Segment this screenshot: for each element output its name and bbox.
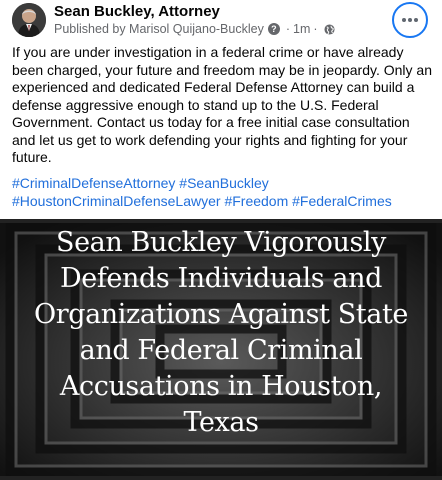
- caption-line: Accusations in Houston,: [59, 371, 383, 402]
- globe-icon: [324, 23, 335, 35]
- hashtag-federal-crimes[interactable]: #FederalCrimes: [292, 193, 392, 209]
- post-header: Sean Buckley, Attorney Published by Mari…: [0, 0, 442, 40]
- hashtag-houston-criminal-defense-lawyer[interactable]: #HoustonCriminalDefenseLawyer: [12, 193, 221, 209]
- post-image[interactable]: Sean Buckley Vigorously Defends Individu…: [0, 219, 442, 480]
- more-horizontal-icon: [402, 18, 418, 22]
- hashtag-freedom[interactable]: #Freedom: [224, 193, 288, 209]
- caption-line: Organizations Against State: [33, 299, 408, 330]
- author-avatar[interactable]: [12, 3, 46, 37]
- published-by: Published by Marisol Quijano-Buckley: [54, 22, 264, 36]
- caption-line: Sean Buckley Vigorously: [55, 227, 386, 258]
- post-hashtags: #CriminalDefenseAttorney #SeanBuckley #H…: [12, 175, 434, 210]
- meta-separator: ·: [285, 22, 290, 36]
- author-name[interactable]: Sean Buckley, Attorney: [54, 3, 220, 20]
- post-body: If you are under investigation in a fede…: [12, 44, 434, 167]
- caption-line: Texas: [183, 407, 259, 438]
- image-caption: Sean Buckley Vigorously Defends Individu…: [0, 225, 442, 441]
- post-body-text: If you are under investigation in a fede…: [12, 44, 432, 165]
- question-icon[interactable]: ?: [267, 23, 280, 35]
- caption-line: Defends Individuals and: [60, 263, 382, 294]
- post-meta: Published by Marisol Quijano-Buckley ? ·…: [54, 22, 335, 36]
- post-timestamp[interactable]: 1m: [293, 22, 310, 36]
- more-options-button[interactable]: [392, 2, 428, 38]
- meta-separator-2: ·: [313, 22, 318, 36]
- hashtag-criminal-defense-attorney[interactable]: #CriminalDefenseAttorney: [12, 175, 175, 191]
- caption-line: and Federal Criminal: [79, 335, 363, 366]
- hashtag-sean-buckley[interactable]: #SeanBuckley: [179, 175, 269, 191]
